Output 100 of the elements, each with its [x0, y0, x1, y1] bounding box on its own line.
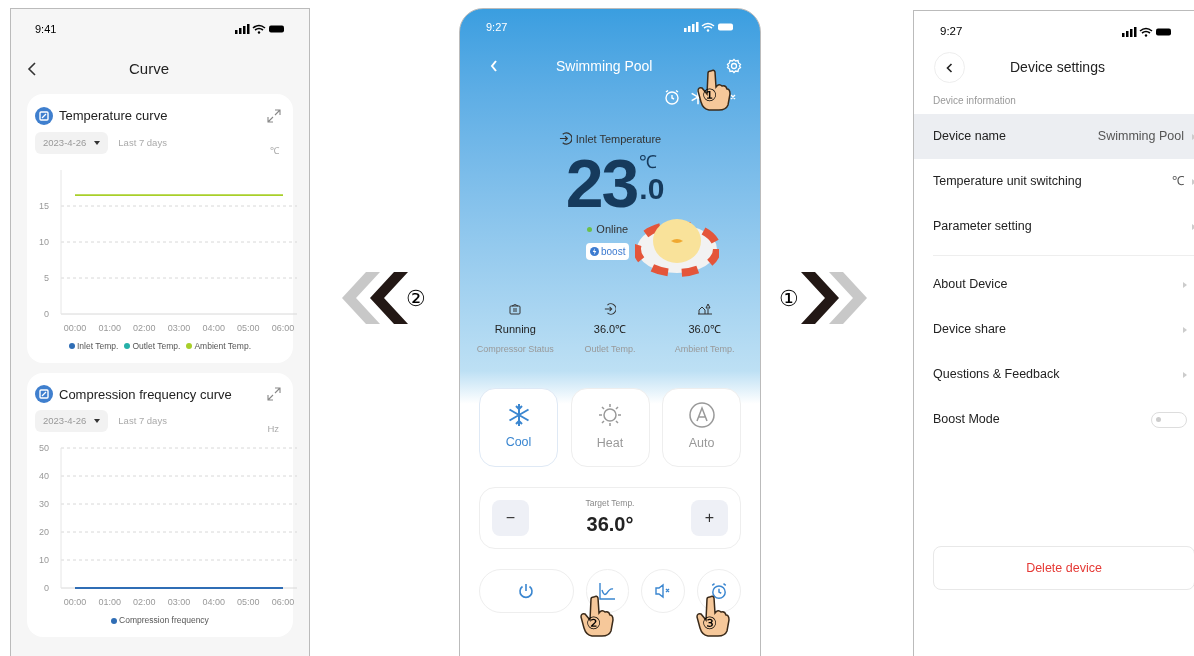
- row-label: About Device: [933, 276, 1008, 294]
- row-label: Device share: [933, 321, 1006, 339]
- chart-app-icon: [35, 385, 53, 404]
- step-number: ②: [406, 284, 426, 313]
- range-label: Last 7 days: [118, 414, 167, 428]
- stat-label: Outlet Temp.: [584, 342, 636, 356]
- legend-label: Ambient Temp.: [194, 339, 251, 353]
- line-chart: 0 5 10 15 00:00 01:00 02:00 03:00 04:00 05:00 06:00: [35, 161, 297, 338]
- row-label: Device name: [933, 128, 1006, 146]
- x-tick-label: 01:00: [98, 322, 121, 333]
- legend-label: Inlet Temp.: [77, 339, 119, 353]
- expand-icon[interactable]: [267, 387, 281, 402]
- timer-button[interactable]: [697, 569, 741, 613]
- mute-button[interactable]: [641, 569, 686, 613]
- card-title: Temperature curve: [59, 107, 168, 125]
- sun-icon: [597, 402, 623, 429]
- line-chart: 0 10 20 30 40 50 00:00 01:00 02:00 03:00 04:00 05:00 06:00: [35, 440, 297, 613]
- expand-icon[interactable]: [267, 108, 281, 123]
- step-number: ③: [702, 615, 717, 632]
- decrease-button[interactable]: −: [492, 500, 529, 536]
- row-label: Temperature unit switching: [933, 173, 1082, 191]
- boost-badge: boost: [586, 242, 630, 260]
- status-icons: [1122, 26, 1172, 37]
- target-temperature: 36.0°: [586, 512, 634, 538]
- y-tick-label: 10: [38, 555, 49, 566]
- y-tick-label: 40: [38, 471, 49, 482]
- x-tick-label: 05:00: [237, 597, 260, 608]
- screen-title: Device settings: [1010, 58, 1105, 78]
- screen-title: Curve: [129, 58, 169, 79]
- x-tick-label: 01:00: [98, 597, 121, 608]
- x-tick-label: 00:00: [63, 597, 87, 608]
- settings-icon[interactable]: [726, 58, 742, 74]
- status-time: 9:27: [486, 20, 508, 35]
- x-tick-label: 02:00: [133, 322, 156, 333]
- toggle-switch[interactable]: [1151, 411, 1187, 428]
- x-tick-label: 04:00: [202, 597, 225, 608]
- chart-button[interactable]: [585, 569, 630, 613]
- stat-value: Running: [494, 322, 536, 337]
- temperature-unit: ℃: [639, 153, 659, 171]
- step-number: ①: [702, 87, 717, 104]
- chevron-icon: [1183, 281, 1187, 288]
- legend-label: Compression frequency: [119, 614, 209, 627]
- y-tick-label: 5: [43, 272, 49, 283]
- mode-button[interactable]: Cool: [479, 388, 558, 467]
- stat-value: 36.0℃: [688, 322, 721, 337]
- temperature-fraction: .0: [639, 174, 665, 204]
- alarm-clock-icon: [664, 88, 680, 105]
- screen-title: Swimming Pool: [556, 56, 653, 76]
- section-label: Device information: [933, 94, 1017, 109]
- stat-value: 36.0℃: [593, 322, 627, 337]
- x-tick-label: 03:00: [167, 597, 191, 608]
- status-icons: [235, 24, 285, 35]
- row-label: Boost Mode: [933, 411, 1000, 429]
- house-tree-icon: [697, 303, 712, 315]
- online-status: Online: [596, 222, 629, 237]
- y-tick-label: 0: [43, 583, 49, 594]
- chevron-icon: [1183, 326, 1187, 333]
- y-tick-label: 30: [38, 499, 49, 510]
- stat-label: Ambient Temp.: [674, 342, 735, 356]
- outlet-icon: [604, 303, 616, 315]
- inlet-label: Inlet Temperature: [575, 131, 662, 147]
- chevron-icon: [1183, 371, 1187, 378]
- y-tick-label: 10: [38, 236, 49, 247]
- step-number: ①: [779, 284, 799, 313]
- status-time: 9:41: [35, 22, 57, 37]
- unit-label: ℃: [270, 143, 279, 158]
- row-value: ℃: [1172, 173, 1184, 191]
- row-label: Questions & Feedback: [933, 366, 1060, 384]
- x-tick-label: 05:00: [237, 322, 260, 333]
- y-tick-label: 15: [38, 200, 49, 211]
- range-label: Last 7 days: [118, 135, 167, 150]
- x-tick-label: 06:00: [271, 597, 295, 608]
- snowflake-icon: [506, 403, 531, 428]
- compressor-icon: [509, 303, 522, 315]
- stat-label: Compressor Status: [476, 342, 554, 356]
- back-icon: [946, 62, 953, 73]
- y-tick-label: 0: [43, 308, 49, 319]
- auto-mode-icon: [688, 402, 715, 429]
- x-tick-label: 02:00: [133, 597, 156, 608]
- pointing-hand-icon: [580, 595, 614, 637]
- lightning-icon: [590, 246, 599, 256]
- status-time: 9:27: [940, 24, 963, 39]
- back-icon[interactable]: [27, 61, 37, 76]
- power-icon: [518, 583, 535, 599]
- status-icons: [684, 22, 734, 33]
- step-number: ②: [586, 615, 601, 632]
- y-tick-label: 50: [38, 443, 49, 454]
- x-tick-label: 03:00: [167, 322, 191, 333]
- pointing-hand-icon: [697, 69, 731, 111]
- card-title: Compression frequency curve: [59, 385, 232, 404]
- settings-row[interactable]: Device name Swimming Pool: [914, 114, 1194, 160]
- increase-button[interactable]: +: [691, 500, 728, 536]
- chart-app-icon: [35, 106, 53, 125]
- x-tick-label: 00:00: [63, 322, 87, 333]
- alarm-clock-icon: [710, 582, 729, 600]
- inlet-temperature: 23: [565, 149, 638, 217]
- row-value: Swimming Pool: [1097, 128, 1184, 146]
- x-tick-label: 06:00: [271, 322, 295, 333]
- target-label: Target Temp.: [585, 496, 635, 510]
- row-label: Parameter setting: [933, 218, 1032, 236]
